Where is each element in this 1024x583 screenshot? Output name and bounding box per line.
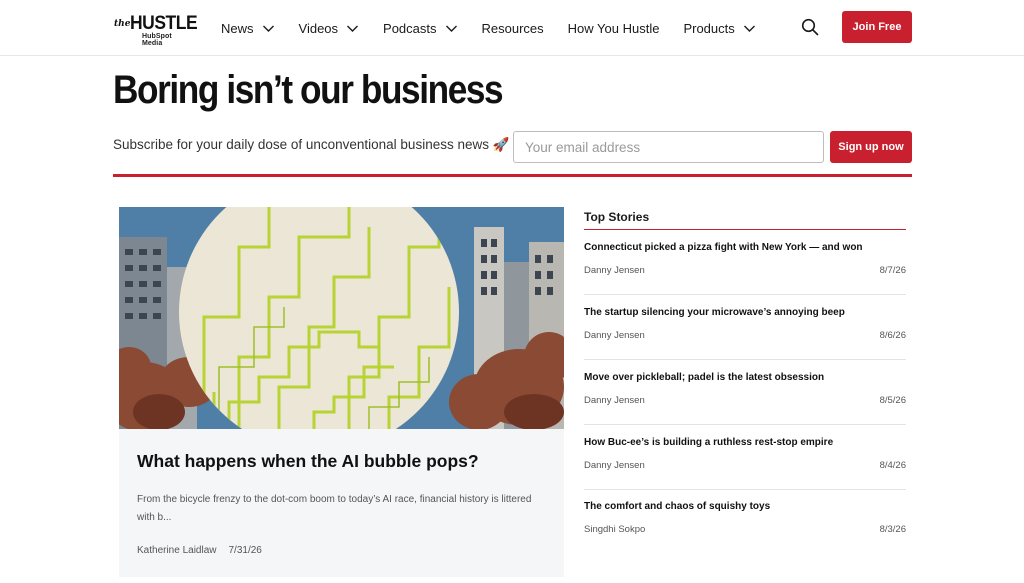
nav-item-resources[interactable]: Resources [482,21,544,36]
site-header: the HUSTLE HubSpot Media News Videos Pod… [0,0,1024,56]
story-date: 8/4/26 [879,460,906,471]
featured-article-card[interactable]: What happens when the AI bubble pops? Fr… [119,207,564,577]
nav-item-how-you-hustle[interactable]: How You Hustle [568,21,660,36]
featured-article-meta: Katherine Laidlaw 7/31/26 [137,545,262,556]
logo-the: the [114,19,131,29]
story-title[interactable]: How Buc-ee’s is building a ruthless rest… [584,437,833,448]
story-date: 8/6/26 [879,330,906,341]
list-item[interactable]: Move over pickleball; padel is the lates… [584,360,906,425]
story-title[interactable]: The comfort and chaos of squishy toys [584,501,770,512]
email-input[interactable] [513,131,824,163]
logo-sub: HubSpot Media [142,33,172,47]
story-date: 8/7/26 [879,265,906,276]
logo-main: HUSTLE [130,13,198,34]
featured-article-image [119,207,564,429]
story-author: Danny Jensen [584,395,645,406]
story-date: 8/3/26 [879,524,906,535]
section-divider [113,174,912,177]
story-author: Danny Jensen [584,265,645,276]
story-date: 8/5/26 [879,395,906,406]
list-item[interactable]: The startup silencing your microwave’s a… [584,295,906,360]
the-hustle-logo[interactable]: the HUSTLE HubSpot Media [114,12,198,47]
list-item[interactable]: Connecticut picked a pizza fight with Ne… [584,230,906,295]
story-author: Singdhi Sokpo [584,524,646,535]
main-nav: News Videos Podcasts Resources How You H… [221,0,780,56]
join-free-button[interactable]: Join Free [842,11,912,43]
subscribe-text: Subscribe for your daily dose of unconve… [113,137,510,152]
author-name: Katherine Laidlaw [137,545,217,556]
nav-item-podcasts[interactable]: Podcasts [383,21,457,36]
nav-item-products[interactable]: Products [683,21,755,36]
list-item[interactable]: How Buc-ee’s is building a ruthless rest… [584,425,906,490]
search-icon[interactable] [800,17,820,37]
page-headline: Boring isn’t our business [113,68,504,112]
nav-item-news[interactable]: News [221,21,275,36]
nav-label: How You Hustle [567,20,660,36]
chevron-down-icon [262,22,275,35]
story-title[interactable]: The startup silencing your microwave’s a… [584,307,845,318]
story-title[interactable]: Connecticut picked a pizza fight with Ne… [584,242,863,253]
chevron-down-icon [346,22,359,35]
nav-item-videos[interactable]: Videos [299,21,360,36]
featured-article-excerpt: From the bicycle frenzy to the dot-com b… [137,494,532,523]
nav-label: Videos [298,20,339,36]
chevron-down-icon [743,22,756,35]
story-title[interactable]: Move over pickleball; padel is the lates… [584,372,824,383]
featured-article-title[interactable]: What happens when the AI bubble pops? [137,451,479,472]
chevron-down-icon [445,22,458,35]
top-stories-heading: Top Stories [584,210,650,224]
nav-label: Products [683,20,735,36]
list-item[interactable]: The comfort and chaos of squishy toys Si… [584,489,906,554]
story-author: Danny Jensen [584,460,645,471]
nav-label: News [221,20,254,36]
sign-up-button[interactable]: Sign up now [830,131,912,163]
publish-date: 7/31/26 [228,545,262,556]
nav-label: Resources [481,20,544,36]
nav-label: Podcasts [383,20,437,36]
story-author: Danny Jensen [584,330,645,341]
